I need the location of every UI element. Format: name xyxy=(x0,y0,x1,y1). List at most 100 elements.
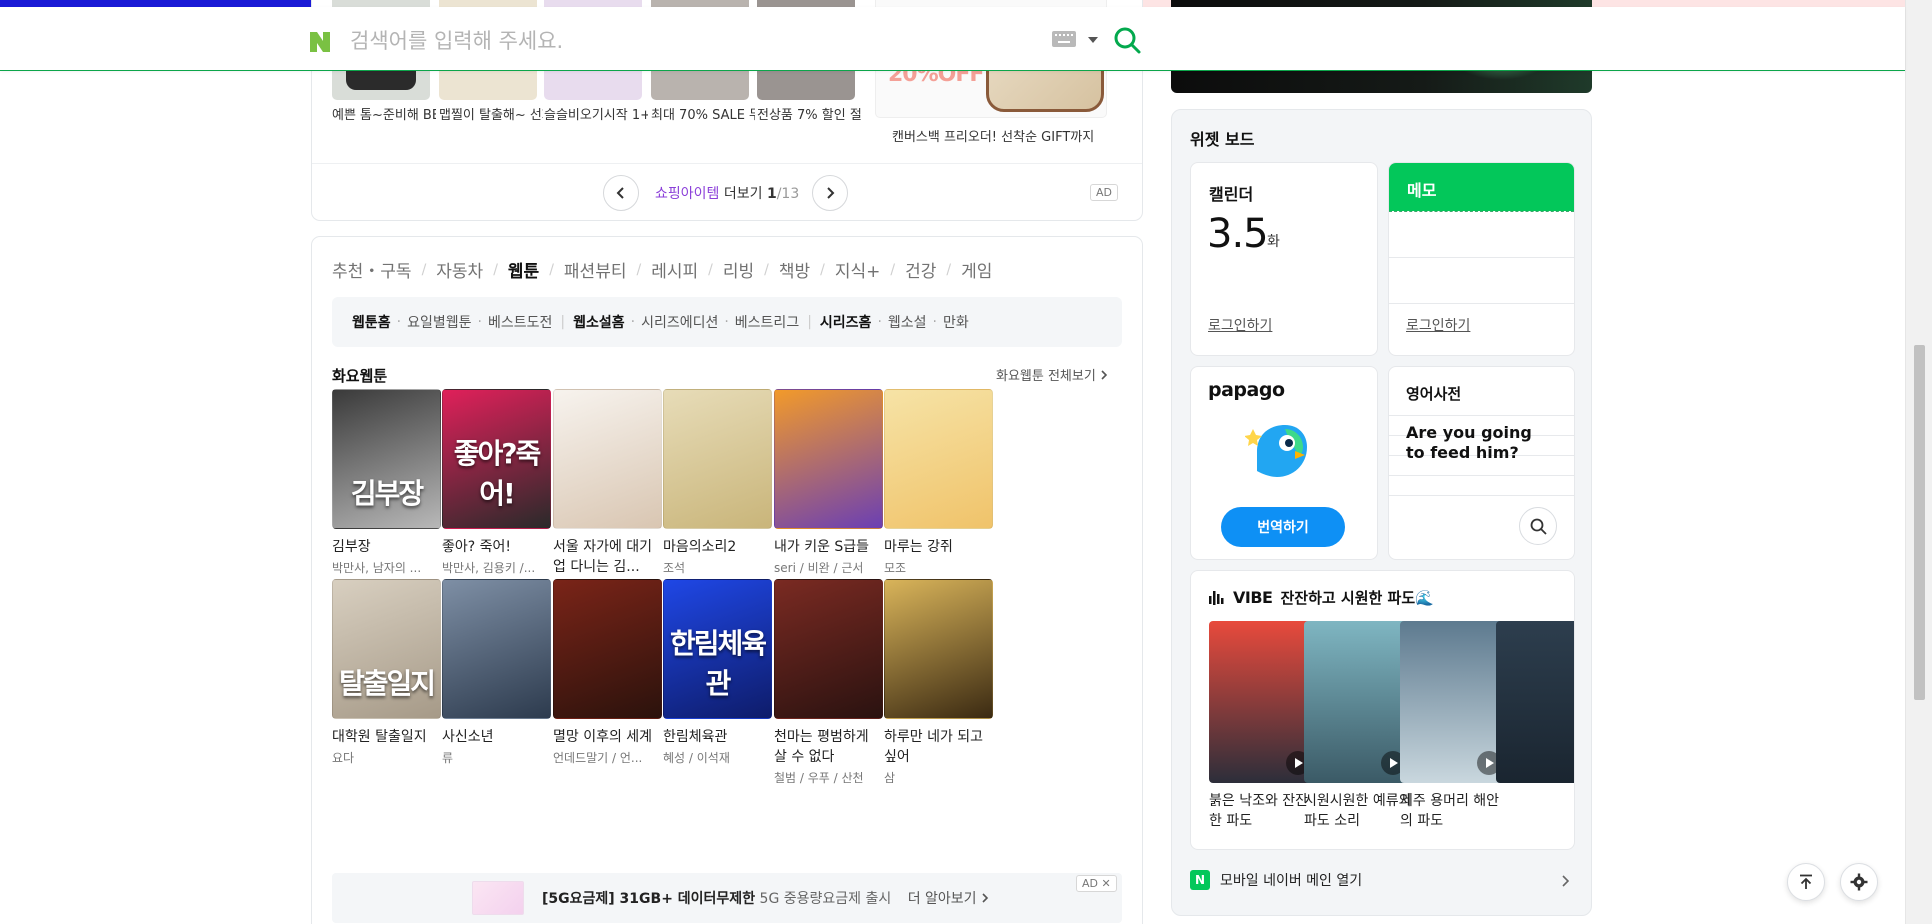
vibe-track-thumbnail[interactable] xyxy=(1496,621,1574,783)
webtoon-title[interactable]: 대학원 탈출일지 xyxy=(332,727,442,747)
vibe-track-thumbnail[interactable] xyxy=(1400,621,1509,783)
webtoon-title[interactable]: 마루는 강쥐 xyxy=(884,537,994,557)
vibe-track-caption[interactable]: 시원시원한 예류의 파도 소리 xyxy=(1304,791,1414,831)
vibe-track-card[interactable] xyxy=(1496,621,1574,791)
subnav-best-challenge[interactable]: 베스트도전 xyxy=(488,312,552,332)
subnav-series-edition[interactable]: 시리즈에디션 xyxy=(641,312,718,332)
webtoon-title[interactable]: 좋아? 죽어! xyxy=(442,537,552,557)
vibe-track-caption[interactable]: 붉은 낙조와 잔잔한 파도 xyxy=(1209,791,1319,831)
webtoon-thumbnail[interactable] xyxy=(663,389,772,529)
close-icon[interactable]: ✕ xyxy=(1102,877,1111,890)
search-button-icon[interactable] xyxy=(1112,25,1142,55)
webtoon-title[interactable]: 내가 키운 S급들 xyxy=(774,537,884,557)
shopping-item-caption[interactable]: 슬슬비오기시작 1+1+1가격실화? xyxy=(544,106,648,126)
category-tab[interactable]: 웹툰 xyxy=(508,257,539,282)
mobile-naver-link[interactable]: N 모바일 네이버 메인 열기 xyxy=(1190,870,1362,890)
webtoon-thumbnail[interactable] xyxy=(884,579,993,719)
webtoon-thumbnail[interactable]: 한림체육관 xyxy=(663,579,772,719)
webtoon-card[interactable]: 내가 키운 S급들 seri / 비완 / 근서 xyxy=(774,389,884,577)
webtoon-card[interactable]: 멸망 이후의 세계 언데드말기 / 언... xyxy=(553,579,663,767)
ad-learn-more-link[interactable]: 더 알아보기 xyxy=(908,891,977,907)
webtoon-thumbnail[interactable]: 탈출일지 xyxy=(332,579,441,719)
dictionary-search-button[interactable] xyxy=(1519,507,1557,545)
webtoon-card[interactable]: 천마는 평범하게 살 수 없다 철범 / 우푸 / 산천 xyxy=(774,579,884,787)
webtoon-title[interactable]: 김부장 xyxy=(332,537,442,557)
shopping-more-link[interactable]: 쇼핑아이템 더보기 1/13 xyxy=(655,183,799,203)
webtoon-card[interactable]: 하루만 네가 되고 싶어 삼 xyxy=(884,579,994,787)
settings-button[interactable] xyxy=(1840,863,1878,901)
webtoon-card[interactable]: 서울 자가에 대기업 다니는 김...명랑 / 김병관 / ... xyxy=(553,389,663,597)
vibe-track-thumbnail[interactable] xyxy=(1209,621,1318,783)
translate-button[interactable]: 번역하기 xyxy=(1221,507,1345,547)
section-more-link[interactable]: 화요웹툰 전체보기 xyxy=(996,365,1108,384)
category-tab[interactable]: 책방 xyxy=(779,257,810,282)
keyboard-icon[interactable] xyxy=(1052,31,1076,47)
shopping-next-button[interactable] xyxy=(812,175,848,211)
webtoon-title[interactable]: 서울 자가에 대기업 다니는 김... xyxy=(553,537,663,577)
webtoon-card[interactable]: 한림체육관 한림체육관 혜성 / 이석재 xyxy=(663,579,773,767)
webtoon-thumbnail[interactable] xyxy=(774,389,883,529)
subnav-best-league[interactable]: 베스트리그 xyxy=(735,312,799,332)
scrollbar-thumb[interactable] xyxy=(1914,345,1925,700)
webtoon-thumbnail[interactable] xyxy=(553,579,662,719)
shopping-item-caption[interactable]: 예쁜 톰~준비해 BEST 35% 할인 xyxy=(332,106,436,126)
webtoon-card[interactable]: 김부장 김부장 박만사, 남자의 ... xyxy=(332,389,442,577)
vibe-track-caption[interactable]: 제주 용머리 해안의 파도 xyxy=(1400,791,1510,831)
vibe-track-card[interactable]: 시원시원한 예류의 파도 소리 xyxy=(1304,621,1414,831)
shopping-item-caption[interactable]: 전상품 7% 할인 절개트임 스커트 xyxy=(757,106,861,126)
category-tab[interactable]: 추천・구독 xyxy=(332,257,412,282)
webtoon-title[interactable]: 한림체육관 xyxy=(663,727,773,747)
memo-widget[interactable]: 메모 로그인하기 xyxy=(1388,162,1575,356)
category-tab[interactable]: 패션뷰티 xyxy=(564,257,627,282)
ad-banner[interactable]: [5G요금제] 31GB+ 데이터무제한 5G 중용량요금제 출시 더 알아보기… xyxy=(332,873,1122,923)
scroll-to-top-button[interactable] xyxy=(1787,863,1825,901)
webtoon-title[interactable]: 하루만 네가 되고 싶어 xyxy=(884,727,994,767)
webtoon-card[interactable]: 마음의소리2 조석 xyxy=(663,389,773,577)
webtoon-card[interactable]: 탈출일지 대학원 탈출일지 요다 xyxy=(332,579,442,767)
webtoon-card[interactable]: 좋아?죽어! 좋아? 죽어! 박만사, 김용키 /... xyxy=(442,389,552,577)
subnav-web-novel[interactable]: 웹소설 xyxy=(888,312,927,332)
shopping-featured-caption[interactable]: 캔버스백 프리오더! 선착순 GIFT까지 xyxy=(892,126,1094,145)
webtoon-thumbnail[interactable]: 좋아?죽어! xyxy=(442,389,551,529)
shopping-item-caption[interactable]: 최대 70% SALE 무료배송 기본! xyxy=(651,106,755,126)
webtoon-title[interactable]: 사신소년 xyxy=(442,727,552,747)
vibe-playlist-title[interactable]: 잔잔하고 시원한 파도🌊 xyxy=(1280,587,1433,608)
calendar-widget[interactable]: 캘린더 3.5 화 로그인하기 xyxy=(1190,162,1378,356)
webtoon-thumbnail[interactable] xyxy=(553,389,662,529)
webtoon-card[interactable]: 마루는 강쥐 모조 xyxy=(884,389,994,577)
category-tab[interactable]: 레시피 xyxy=(651,257,698,282)
category-tab[interactable]: 건강 xyxy=(905,257,936,282)
vibe-track-thumbnail[interactable] xyxy=(1304,621,1413,783)
webtoon-thumbnail[interactable] xyxy=(884,389,993,529)
shopping-item-caption[interactable]: 맵찔이 탈출해~ 선화동 실비김치 xyxy=(439,106,543,126)
webtoon-title[interactable]: 마음의소리2 xyxy=(663,537,773,557)
naver-logo-icon[interactable] xyxy=(307,29,333,55)
subnav-series-home[interactable]: 시리즈홈 xyxy=(820,312,872,332)
webtoon-title[interactable]: 멸망 이후의 세계 xyxy=(553,727,663,747)
webtoon-title[interactable]: 천마는 평범하게 살 수 없다 xyxy=(774,727,884,767)
memo-login-link[interactable]: 로그인하기 xyxy=(1406,315,1470,335)
webtoon-card[interactable]: 사신소년 류 xyxy=(442,579,552,767)
category-tab[interactable]: 게임 xyxy=(961,257,992,282)
page-scrollbar[interactable] xyxy=(1905,0,1932,924)
category-tab[interactable]: 지식+ xyxy=(835,257,881,282)
keyboard-dropdown-caret-icon[interactable] xyxy=(1088,37,1098,43)
subnav-comics[interactable]: 만화 xyxy=(943,312,969,332)
vibe-track-card[interactable]: 제주 용머리 해안의 파도 xyxy=(1400,621,1510,831)
shopping-prev-button[interactable] xyxy=(603,175,639,211)
webtoon-thumbnail[interactable] xyxy=(442,579,551,719)
papago-widget[interactable]: papago 번역하기 xyxy=(1190,366,1378,560)
ad-badge[interactable]: AD ✕ xyxy=(1076,875,1117,892)
search-input[interactable] xyxy=(350,23,1010,59)
category-tab[interactable]: 리빙 xyxy=(723,257,754,282)
subnav-web-novel-home[interactable]: 웹소설홈 xyxy=(573,312,625,332)
calendar-login-link[interactable]: 로그인하기 xyxy=(1208,315,1272,335)
subnav-daily-webtoon[interactable]: 요일별웹툰 xyxy=(407,312,471,332)
category-tab[interactable]: 자동차 xyxy=(436,257,483,282)
vibe-track-card[interactable]: 붉은 낙조와 잔잔한 파도 xyxy=(1209,621,1319,831)
webtoon-thumbnail[interactable] xyxy=(774,579,883,719)
ad-badge[interactable]: AD xyxy=(1090,184,1118,201)
english-dictionary-widget[interactable]: 영어사전 Are you going to feed him? xyxy=(1388,366,1575,560)
webtoon-thumbnail[interactable]: 김부장 xyxy=(332,389,441,529)
chevron-right-icon[interactable] xyxy=(1561,875,1569,887)
